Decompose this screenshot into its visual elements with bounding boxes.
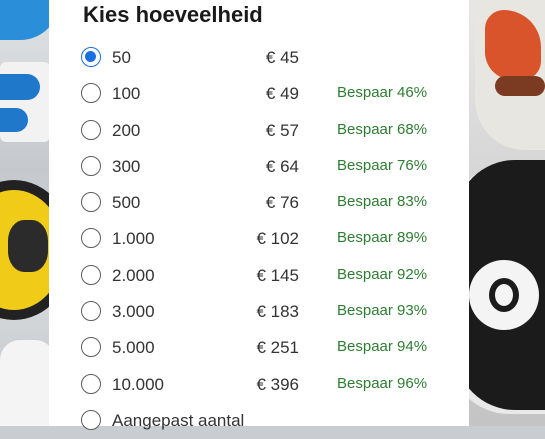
- price-label: € 396: [256, 374, 299, 394]
- saving-label: Bespaar 89%: [337, 229, 428, 247]
- price-label: € 57: [265, 120, 299, 140]
- panel-title: Kies hoeveelheid: [83, 2, 263, 27]
- price-label: € 64: [265, 156, 299, 176]
- radio-button[interactable]: [81, 119, 101, 140]
- price-label: € 145: [256, 265, 299, 285]
- quantity-option[interactable]: 10.000 € 396 Bespaar 96%: [81, 367, 461, 403]
- quantity-option[interactable]: 5.000 € 251 Bespaar 94%: [81, 330, 461, 366]
- price-label: € 45: [265, 48, 299, 67]
- saving-label: Bespaar 83%: [337, 193, 428, 211]
- price-label: € 251: [256, 338, 299, 358]
- price-label: € 102: [256, 229, 299, 249]
- price-label: € 49: [265, 84, 299, 104]
- quantity-label: 200: [112, 120, 141, 140]
- radio-button[interactable]: [81, 373, 101, 394]
- radio-button[interactable]: [81, 264, 101, 285]
- quantity-option[interactable]: 100 € 49 Bespaar 46%: [81, 76, 461, 112]
- radio-button[interactable]: [81, 192, 101, 213]
- quantity-label: 2.000: [112, 265, 155, 285]
- quantity-option[interactable]: 50 € 45: [81, 40, 461, 76]
- quantity-label: 3.000: [112, 302, 155, 322]
- quantity-label: Aangepast aantal: [112, 410, 245, 430]
- quantity-label: 50: [112, 48, 131, 67]
- quantity-label: 500: [112, 193, 141, 213]
- price-label: € 183: [256, 302, 299, 322]
- saving-label: Bespaar 76%: [337, 156, 428, 174]
- radio-button[interactable]: [81, 228, 101, 249]
- radio-button[interactable]: [81, 337, 101, 358]
- sticker-white: [0, 340, 55, 426]
- saving-label: Bespaar 94%: [337, 338, 428, 356]
- sticker-text: [0, 62, 50, 142]
- quantity-option[interactable]: 2.000 € 145 Bespaar 92%: [81, 258, 461, 294]
- quantity-option[interactable]: 500 € 76 Bespaar 83%: [81, 185, 461, 221]
- sticker-festival: [475, 0, 545, 150]
- quantity-option[interactable]: 1.000 € 102 Bespaar 89%: [81, 221, 461, 257]
- quantity-label: 1.000: [112, 229, 155, 249]
- quantity-option[interactable]: 3.000 € 183 Bespaar 93%: [81, 294, 461, 330]
- saving-label: Bespaar 96%: [337, 374, 428, 392]
- radio-button[interactable]: [81, 155, 101, 176]
- saving-label: Bespaar 93%: [337, 302, 428, 320]
- radio-button[interactable]: [81, 301, 101, 322]
- saving-label: Bespaar 68%: [337, 120, 428, 138]
- quantity-panel: Kies hoeveelheid 50 € 45 100 € 49 Bespaar 46…: [49, 0, 469, 430]
- radio-button[interactable]: [81, 83, 101, 104]
- price-label: € 76: [265, 193, 299, 213]
- quantity-option[interactable]: Aangepast aantal: [81, 403, 461, 439]
- quantity-option[interactable]: 300 € 64 Bespaar 76%: [81, 149, 461, 185]
- quantity-label: 300: [112, 156, 141, 176]
- quantity-label: 10.000: [112, 374, 164, 394]
- radio-button[interactable]: [81, 409, 101, 430]
- quantity-label: 5.000: [112, 338, 155, 358]
- quantity-options: 50 € 45 100 € 49 Bespaar 46% 200 € 57 Bespaar 6…: [81, 40, 461, 439]
- saving-label: Bespaar 92%: [337, 265, 428, 283]
- quantity-label: 100: [112, 84, 141, 104]
- radio-button[interactable]: [81, 47, 101, 67]
- quantity-option[interactable]: 200 € 57 Bespaar 68%: [81, 113, 461, 149]
- saving-label: Bespaar 46%: [337, 84, 428, 102]
